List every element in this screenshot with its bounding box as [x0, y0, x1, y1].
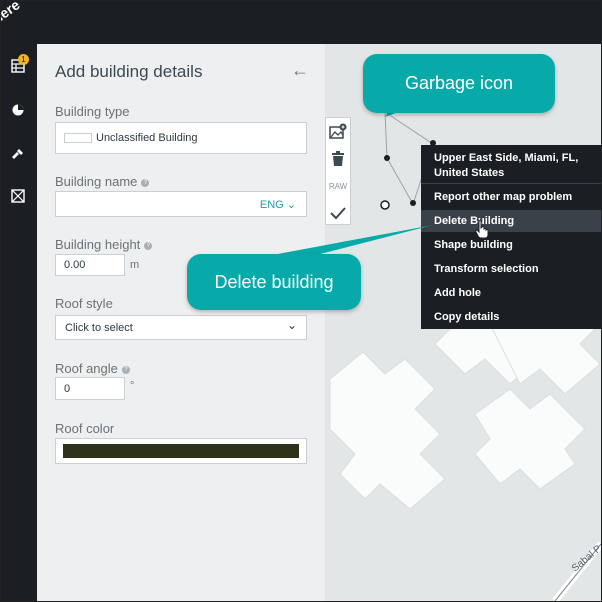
vertex-handle[interactable] [380, 200, 390, 210]
building-height-label: Building height? [55, 237, 153, 252]
roof-color-label: Roof color [55, 421, 115, 436]
building-height-input[interactable]: 0.00 [55, 254, 125, 276]
notification-badge: 1 [18, 54, 29, 65]
garbage-icon[interactable] [326, 147, 350, 173]
roof-color-swatch [63, 444, 299, 458]
info-icon[interactable]: ? [121, 366, 130, 374]
delete-callout: Delete building [187, 254, 361, 310]
panel-title: Add building details [55, 62, 203, 81]
hand-cursor-icon [475, 219, 489, 239]
menu-item-shape-building[interactable]: Shape building [421, 234, 601, 256]
back-arrow-icon[interactable]: ← [291, 60, 309, 81]
building-type-field[interactable]: Unclassified Building [55, 122, 307, 154]
building-details-panel: Add building details ← Building type Unc… [37, 44, 325, 601]
chevron-down-icon: ⌄ [286, 199, 296, 211]
roof-style-select[interactable]: Click to select ⌄ [55, 315, 307, 340]
context-menu: Upper East Side, Miami, FL, United State… [421, 145, 601, 329]
roof-angle-label: Roof angle? [55, 361, 130, 376]
roof-angle-value: 0 [64, 383, 71, 395]
roof-style-value: Click to select [65, 322, 133, 334]
menu-item-transform-selection[interactable]: Transform selection [421, 258, 601, 280]
info-icon[interactable]: ? [141, 179, 150, 187]
chevron-down-icon: ⌄ [286, 318, 297, 332]
building-name-input[interactable]: ENG ⌄ [55, 191, 307, 217]
top-bar: here [1, 1, 601, 44]
tools-icon[interactable] [10, 147, 26, 163]
menu-item-delete-building[interactable]: Delete Building [421, 210, 601, 232]
menu-item-add-hole[interactable]: Add hole [421, 282, 601, 304]
menu-item-copy-details[interactable]: Copy details [421, 306, 601, 328]
menu-divider [421, 183, 601, 184]
angle-unit: ° [130, 380, 135, 392]
roof-color-field[interactable] [55, 438, 307, 464]
building-type-value: Unclassified Building [96, 132, 198, 144]
raw-button[interactable]: RAW [326, 174, 350, 200]
map-toolbar: RAW [325, 117, 351, 225]
map-square-icon[interactable] [10, 189, 26, 205]
pie-chart-icon[interactable] [10, 103, 26, 119]
left-nav-rail [1, 44, 37, 601]
vertex-handle[interactable] [410, 200, 416, 206]
building-type-swatch [64, 133, 92, 143]
building-name-label: Building name? [55, 174, 150, 189]
building-type-label: Building type [55, 104, 130, 119]
app-window: here 1 Add building details ← Building t… [0, 0, 602, 602]
vertex-handle[interactable] [384, 155, 390, 161]
here-logo: here [0, 0, 23, 27]
height-unit: m [130, 259, 140, 271]
language-selector[interactable]: ENG ⌄ [260, 198, 296, 211]
info-icon[interactable]: ? [144, 242, 153, 250]
checkmark-icon[interactable] [326, 200, 350, 226]
garbage-callout: Garbage icon [363, 54, 555, 113]
location-header: Upper East Side, Miami, FL, United State… [434, 152, 579, 179]
street-label: Sabal P [570, 543, 601, 574]
roof-angle-input[interactable]: 0 [55, 377, 125, 400]
roof-style-label: Roof style [55, 296, 113, 311]
building-height-value: 0.00 [64, 259, 86, 271]
menu-item-report-problem[interactable]: Report other map problem [421, 186, 601, 208]
add-image-icon[interactable] [326, 120, 350, 146]
